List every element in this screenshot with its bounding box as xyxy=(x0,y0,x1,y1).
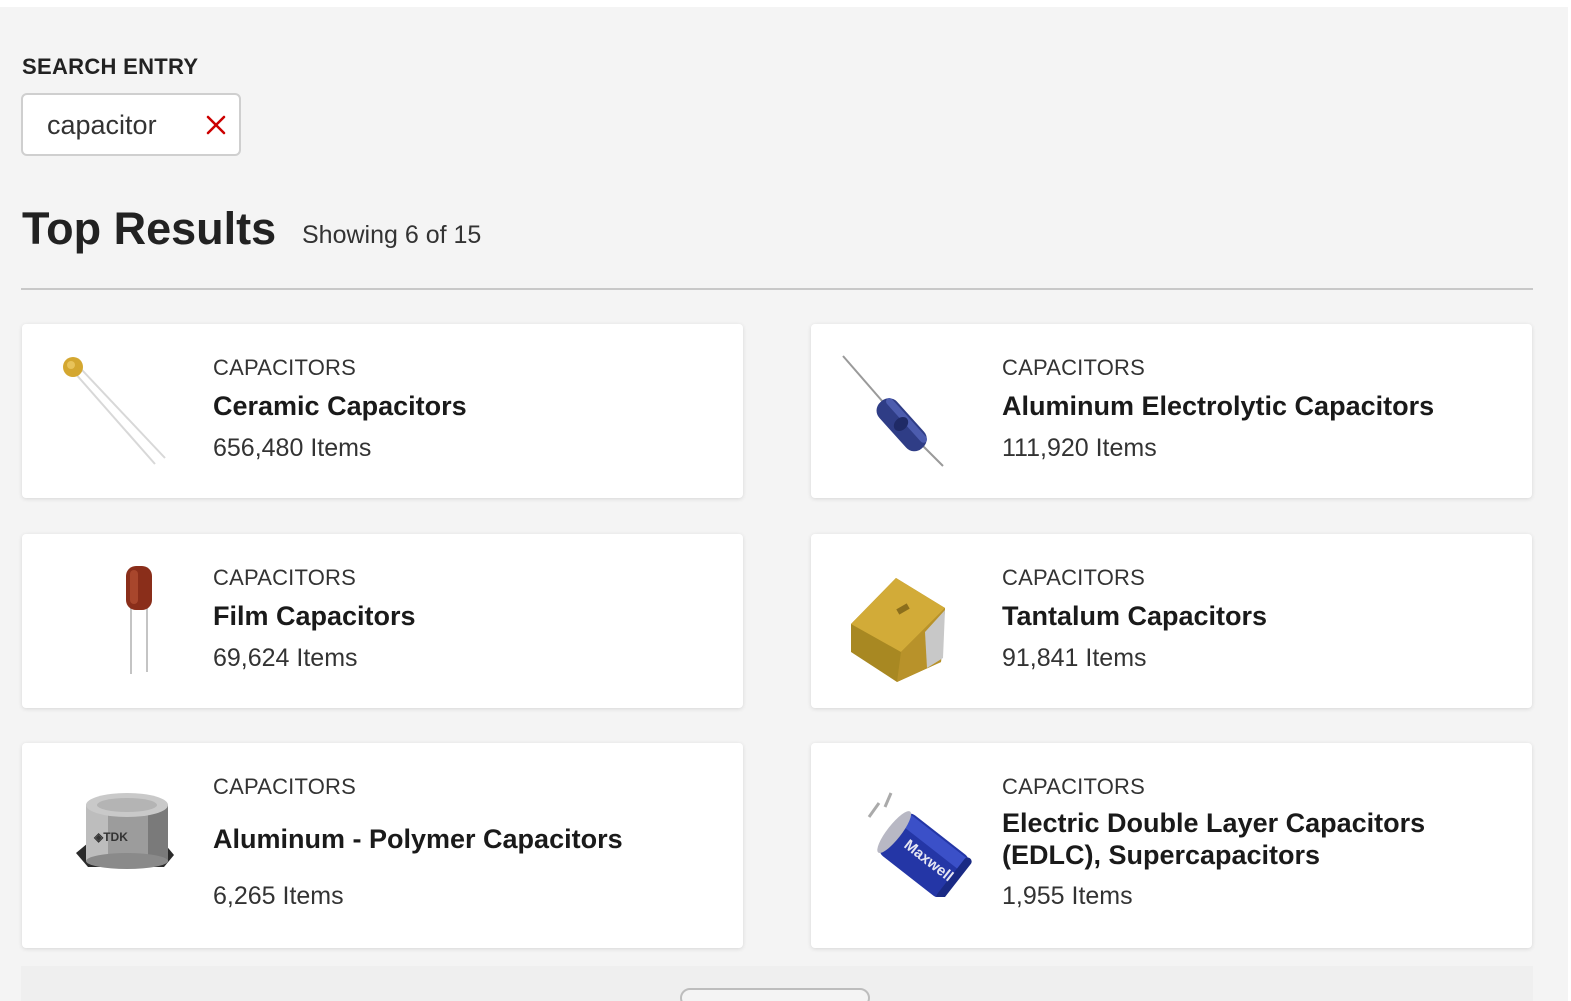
card-title[interactable]: Tantalum Capacitors xyxy=(1002,600,1502,632)
card-item-count: 1,955 Items xyxy=(1002,882,1133,910)
ceramic-capacitor-image xyxy=(52,344,202,478)
card-title[interactable]: Ceramic Capacitors xyxy=(213,390,713,422)
search-entry-label: SEARCH ENTRY xyxy=(22,54,199,79)
close-icon[interactable] xyxy=(203,112,229,138)
result-card-film[interactable]: CAPACITORS Film Capacitors 69,624 Items xyxy=(22,534,743,708)
result-card-edlc-supercapacitors[interactable]: Maxwell CAPACITORS Electric Double Layer… xyxy=(811,743,1532,948)
card-item-count: 91,841 Items xyxy=(1002,644,1147,672)
divider xyxy=(21,288,1533,290)
search-entry-box[interactable] xyxy=(21,93,241,156)
result-card-ceramic[interactable]: CAPACITORS Ceramic Capacitors 656,480 It… xyxy=(22,324,743,498)
card-title[interactable]: Electric Double Layer Capacitors (EDLC),… xyxy=(1002,807,1502,871)
search-input[interactable] xyxy=(47,107,187,143)
card-item-count: 656,480 Items xyxy=(213,434,372,462)
result-card-tantalum[interactable]: CAPACITORS Tantalum Capacitors 91,841 It… xyxy=(811,534,1532,708)
card-title[interactable]: Film Capacitors xyxy=(213,600,713,632)
show-more-button[interactable] xyxy=(680,988,870,1001)
result-card-aluminum-polymer[interactable]: ◈TDK CAPACITORS Aluminum - Polymer Capac… xyxy=(22,743,743,948)
card-title[interactable]: Aluminum Electrolytic Capacitors xyxy=(1002,390,1502,422)
card-category: CAPACITORS xyxy=(213,565,356,590)
card-category: CAPACITORS xyxy=(1002,774,1145,799)
card-category: CAPACITORS xyxy=(213,774,356,799)
card-title[interactable]: Aluminum - Polymer Capacitors xyxy=(213,823,713,855)
film-capacitor-image xyxy=(52,554,202,688)
polymer-capacitor-image: ◈TDK xyxy=(52,763,202,897)
electrolytic-capacitor-image xyxy=(841,344,991,478)
card-item-count: 6,265 Items xyxy=(213,882,344,910)
card-category: CAPACITORS xyxy=(213,355,356,380)
top-results-heading: Top Results xyxy=(22,203,277,254)
card-category: CAPACITORS xyxy=(1002,355,1145,380)
brand-logo: ◈TDK xyxy=(93,830,128,844)
card-item-count: 111,920 Items xyxy=(1002,434,1157,462)
tantalum-capacitor-image xyxy=(841,554,991,688)
results-count: Showing 6 of 15 xyxy=(302,221,482,249)
card-category: CAPACITORS xyxy=(1002,565,1145,590)
supercapacitor-image: Maxwell xyxy=(841,763,991,901)
result-card-aluminum-electrolytic[interactable]: CAPACITORS Aluminum Electrolytic Capacit… xyxy=(811,324,1532,498)
card-item-count: 69,624 Items xyxy=(213,644,358,672)
